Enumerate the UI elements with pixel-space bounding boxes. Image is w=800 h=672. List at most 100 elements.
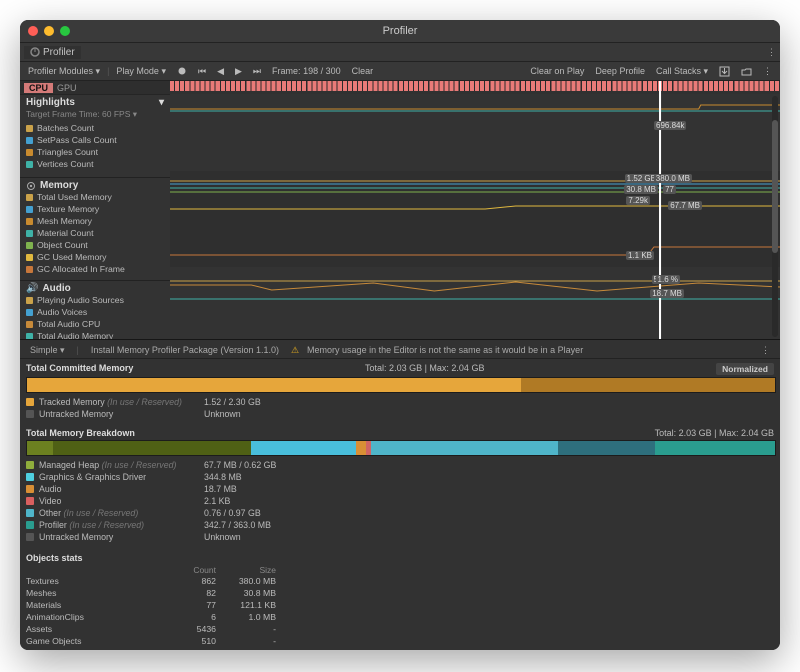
legend-row: Tracked Memory (In use / Reserved)1.52 /… — [26, 396, 774, 408]
call-stacks-dropdown[interactable]: Call Stacks ▾ — [652, 66, 712, 77]
badge-aud-3: 18.7 MB — [650, 289, 684, 298]
badge-mem-3: 380.0 MB — [654, 174, 692, 183]
gear-icon — [26, 181, 36, 191]
toolbar: Profiler Modules ▾ | Play Mode ▾ ⏮ ◀ ▶ ⏭… — [20, 62, 780, 81]
legend-row: Graphics & Graphics Driver344.8 MB — [26, 471, 774, 483]
first-frame-icon[interactable]: ⏮ — [194, 66, 210, 77]
metric-item[interactable]: Batches Count — [26, 122, 164, 134]
tab-label: Profiler — [43, 47, 75, 58]
module-audio[interactable]: 🔊 Audio Playing Audio SourcesAudio Voice… — [20, 281, 170, 339]
main-split: CPU GPU Highlights ▾ Target Frame Time: … — [20, 81, 780, 650]
badge-mem-5: 67.7 MB — [668, 201, 702, 210]
metric-item[interactable]: GC Used Memory — [26, 251, 164, 263]
load-profile-icon[interactable] — [737, 66, 756, 77]
module-title: Highlights ▾ — [26, 97, 164, 108]
legend-row: Other (In use / Reserved)0.76 / 0.97 GB — [26, 507, 774, 519]
metric-item[interactable]: Texture Memory — [26, 203, 164, 215]
chart-area[interactable]: 696.84k 1.52 GB 380.0 MB 30.8 MB 77 7.29… — [170, 81, 780, 339]
metric-item[interactable]: GC Allocated In Frame — [26, 263, 164, 275]
toolbar-menu-icon[interactable]: ⋮ — [759, 66, 776, 77]
legend-row: Profiler (In use / Reserved)342.7 / 363.… — [26, 519, 774, 531]
metric-item[interactable]: Audio Voices — [26, 306, 164, 318]
legend-row: Video2.1 KB — [26, 495, 774, 507]
table-row: Game Objects510- — [26, 635, 774, 647]
module-title: 🔊 Audio — [26, 283, 164, 294]
metric-item[interactable]: Object Count — [26, 239, 164, 251]
install-memory-profiler-button[interactable]: Install Memory Profiler Package (Version… — [87, 345, 283, 355]
play-mode-dropdown[interactable]: Play Mode ▾ — [112, 66, 170, 77]
gpu-tag[interactable]: GPU — [57, 83, 77, 93]
committed-title-row: Total Committed Memory Total: 2.03 GB | … — [26, 363, 774, 375]
table-row: Materials77121.1 KB — [26, 599, 774, 611]
badge-mem-1: 30.8 MB — [624, 185, 658, 194]
normalized-toggle[interactable]: Normalized — [716, 363, 774, 375]
detail-mode-dropdown[interactable]: Simple ▾ — [26, 345, 69, 356]
legend-row: Untracked MemoryUnknown — [26, 408, 774, 420]
table-row: Textures862380.0 MB — [26, 575, 774, 587]
record-icon[interactable] — [173, 66, 191, 76]
table-row: AnimationClips61.0 MB — [26, 611, 774, 623]
objects-stats: Objects stats CountSize Textures862380.0… — [26, 553, 774, 650]
breakdown-bar — [26, 440, 776, 456]
profiler-modules-dropdown[interactable]: Profiler Modules ▾ — [24, 66, 104, 77]
table-row: Scene Objects1854- — [26, 647, 774, 650]
deep-profile-toggle[interactable]: Deep Profile — [591, 66, 649, 76]
committed-bar — [26, 377, 776, 393]
module-highlights[interactable]: Highlights ▾ Target Frame Time: 60 FPS ▾… — [20, 95, 170, 178]
chart-scrollbar[interactable] — [772, 96, 778, 337]
badge-mem-4: 77 — [663, 185, 676, 194]
clear-button[interactable]: Clear — [348, 66, 378, 76]
profiler-window: Profiler Profiler ⋮ Profiler Modules ▾ |… — [20, 20, 780, 650]
audio-metrics: Playing Audio SourcesAudio VoicesTotal A… — [26, 294, 164, 339]
committed-legend: Tracked Memory (In use / Reserved)1.52 /… — [26, 396, 774, 420]
badge-highlights: 696.84k — [654, 121, 686, 130]
badge-aud-0: 1.1 KB — [626, 251, 654, 260]
titlebar[interactable]: Profiler — [20, 20, 780, 43]
cpu-tag[interactable]: CPU — [24, 83, 53, 93]
breakdown-title-row: Total Memory Breakdown Total: 2.03 GB | … — [26, 428, 774, 438]
metric-item[interactable]: Material Count — [26, 227, 164, 239]
charts-panel: CPU GPU Highlights ▾ Target Frame Time: … — [20, 81, 780, 340]
module-memory[interactable]: Memory Total Used MemoryTexture MemoryMe… — [20, 178, 170, 281]
metric-item[interactable]: Triangles Count — [26, 146, 164, 158]
detail-toolbar: Simple ▾ | Install Memory Profiler Packa… — [20, 342, 780, 359]
profiler-charts — [170, 81, 780, 339]
profiler-tab-icon — [30, 47, 40, 57]
save-profile-icon[interactable] — [715, 66, 734, 77]
window-title: Profiler — [20, 25, 780, 37]
table-row: Meshes8230.8 MB — [26, 587, 774, 599]
table-row: Assets5436- — [26, 623, 774, 635]
metric-item[interactable]: Vertices Count — [26, 158, 164, 170]
cpu-gpu-header: CPU GPU — [20, 81, 170, 95]
tab-profiler[interactable]: Profiler — [24, 46, 81, 59]
frame-counter[interactable]: Frame: 198 / 300 — [268, 66, 345, 76]
metric-item[interactable]: Total Audio Memory — [26, 330, 164, 339]
tab-bar: Profiler ⋮ — [20, 43, 780, 62]
badge-mem-0: 1.52 GB — [625, 174, 658, 183]
metric-item[interactable]: Total Used Memory — [26, 191, 164, 203]
detail-panel: Simple ▾ | Install Memory Profiler Packa… — [20, 340, 780, 650]
module-title: Memory — [26, 180, 164, 191]
highlights-metrics: Batches CountSetPass Calls CountTriangle… — [26, 122, 164, 170]
breakdown-legend: Managed Heap (In use / Reserved)67.7 MB … — [26, 459, 774, 543]
module-list: CPU GPU Highlights ▾ Target Frame Time: … — [20, 81, 170, 339]
prev-frame-icon[interactable]: ◀ — [213, 66, 228, 77]
legend-row: Audio18.7 MB — [26, 483, 774, 495]
clear-on-play-toggle[interactable]: Clear on Play — [526, 66, 588, 76]
badge-aud-2: 1.6 % — [656, 275, 680, 284]
speaker-icon: 🔊 — [26, 283, 38, 294]
warning-icon: ⚠ — [291, 345, 299, 356]
detail-menu-icon[interactable]: ⋮ — [757, 345, 774, 356]
legend-row: Untracked MemoryUnknown — [26, 531, 774, 543]
memory-metrics: Total Used MemoryTexture MemoryMesh Memo… — [26, 191, 164, 275]
detail-warning: Memory usage in the Editor is not the sa… — [307, 345, 583, 355]
metric-item[interactable]: Mesh Memory — [26, 215, 164, 227]
target-frame-time: Target Frame Time: 60 FPS ▾ — [26, 109, 164, 120]
metric-item[interactable]: SetPass Calls Count — [26, 134, 164, 146]
metric-item[interactable]: Total Audio CPU — [26, 318, 164, 330]
last-frame-icon[interactable]: ⏭ — [249, 66, 265, 77]
next-frame-icon[interactable]: ▶ — [231, 66, 246, 77]
metric-item[interactable]: Playing Audio Sources — [26, 294, 164, 306]
legend-row: Managed Heap (In use / Reserved)67.7 MB … — [26, 459, 774, 471]
tab-menu-icon[interactable]: ⋮ — [763, 47, 780, 58]
